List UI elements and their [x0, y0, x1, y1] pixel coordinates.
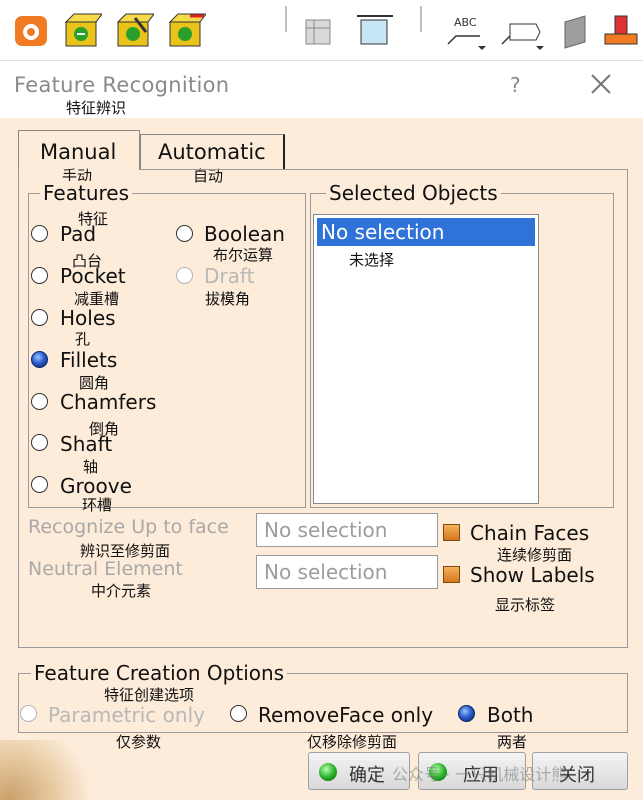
tab-manual[interactable]: Manual: [40, 140, 116, 164]
dialog-title: Feature Recognition: [14, 73, 230, 97]
draft-label: Draft: [204, 264, 255, 288]
text-abc-icon[interactable]: ABC: [444, 10, 486, 50]
stamp-icon[interactable]: [601, 10, 641, 50]
draft-radio: [176, 267, 193, 284]
show-labels-label-cn: 显示标签: [495, 596, 556, 614]
draft-label-cn: 拔模角: [205, 290, 251, 308]
fillets-radio[interactable]: [31, 351, 48, 368]
help-button[interactable]: ?: [510, 73, 521, 97]
boolean-radio[interactable]: [176, 225, 193, 242]
selected-objects-list[interactable]: No selection 未选择: [313, 214, 539, 504]
show-labels-checkbox[interactable]: [443, 566, 460, 583]
dialog-title-cn: 特征辨识: [66, 99, 127, 117]
holes-label[interactable]: Holes: [60, 306, 116, 330]
pocket-label[interactable]: Pocket: [60, 264, 126, 288]
close-icon[interactable]: [588, 71, 614, 97]
shaft-label[interactable]: Shaft: [60, 432, 112, 456]
removeface-only-label-cn: 仅移除修剪面: [307, 733, 398, 751]
neutral-element-label-cn: 中介元素: [91, 582, 152, 600]
holes-radio[interactable]: [31, 309, 48, 326]
corner-decoration: [0, 740, 100, 800]
boolean-label[interactable]: Boolean: [204, 222, 285, 246]
dimension-icon[interactable]: [355, 10, 395, 50]
recognize-up-to-face-field[interactable]: No selection: [256, 513, 438, 547]
parametric-only-label: Parametric only: [48, 703, 205, 727]
toolbar-separator: [420, 6, 422, 32]
chain-faces-label-cn: 连续修剪面: [497, 546, 573, 564]
both-label-cn: 两者: [497, 733, 528, 751]
sketch-icon[interactable]: [12, 10, 52, 50]
toolbar-separator: [285, 6, 287, 32]
chamfers-radio[interactable]: [31, 393, 48, 410]
groove-label-cn: 环槽: [82, 496, 113, 514]
pad-radio[interactable]: [31, 225, 48, 242]
creation-options-title-cn: 特征创建选项: [104, 686, 195, 704]
tab-automatic[interactable]: Automatic: [158, 140, 266, 164]
both-label[interactable]: Both: [487, 703, 533, 727]
features-group-title: Features: [40, 181, 132, 205]
measure-icon[interactable]: [553, 10, 593, 50]
neutral-element-label: Neutral Element: [28, 558, 183, 580]
selected-objects-item-cn: 未选择: [349, 251, 395, 269]
annotation-flag-icon[interactable]: [500, 10, 544, 50]
shaft-radio[interactable]: [31, 434, 48, 451]
selected-objects-title: Selected Objects: [326, 181, 501, 205]
chain-faces-checkbox[interactable]: [443, 524, 460, 541]
ok-button-label: 确定: [349, 765, 385, 786]
show-labels-label[interactable]: Show Labels: [470, 563, 595, 587]
selected-objects-item[interactable]: No selection: [317, 218, 535, 246]
boolean-label-cn: 布尔运算: [213, 246, 274, 264]
top-toolbar: ABC: [0, 0, 643, 60]
parametric-only-label-cn: 仅参数: [116, 733, 162, 751]
removeface-only-radio[interactable]: [230, 705, 247, 722]
creation-options-title: Feature Creation Options: [31, 661, 288, 685]
update-icon[interactable]: [62, 10, 103, 50]
analyze-icon[interactable]: [114, 10, 155, 50]
tab-panel-top-border: [140, 169, 628, 170]
chain-faces-label[interactable]: Chain Faces: [470, 521, 589, 545]
groove-radio[interactable]: [31, 476, 48, 493]
pocket-radio[interactable]: [31, 267, 48, 284]
removeface-only-label[interactable]: RemoveFace only: [258, 703, 433, 727]
parametric-only-radio: [20, 705, 37, 722]
table-icon[interactable]: [302, 10, 342, 50]
pad-label[interactable]: Pad: [60, 222, 96, 246]
fillets-label[interactable]: Fillets: [60, 348, 117, 372]
replace-icon[interactable]: [166, 10, 207, 50]
both-radio[interactable]: [458, 705, 475, 722]
svg-text:ABC: ABC: [454, 16, 477, 29]
chamfers-label[interactable]: Chamfers: [60, 390, 156, 414]
watermark: 公众号 · 一只机械设计熊: [392, 765, 568, 784]
ok-icon: [319, 763, 337, 781]
neutral-element-field[interactable]: No selection: [256, 555, 438, 589]
holes-label-cn: 孔: [75, 330, 91, 348]
recognize-up-to-face-label: Recognize Up to face: [28, 516, 229, 538]
